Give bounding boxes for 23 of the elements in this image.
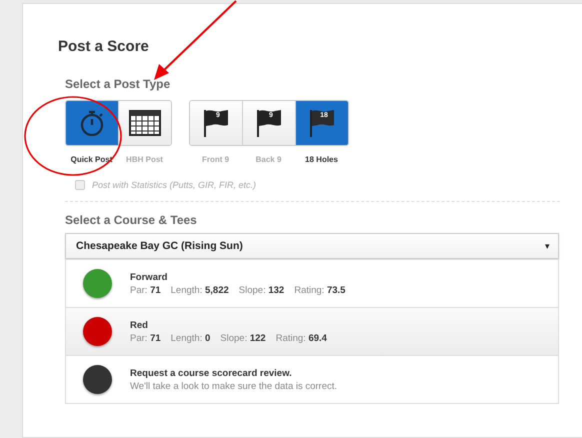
- flag-icon: [308, 108, 336, 138]
- post-type-label: Back 9: [254, 155, 282, 164]
- caret-icon: ▾: [545, 241, 550, 251]
- tee-name: Forward: [130, 272, 168, 282]
- checkbox-label: Post with Statistics (Putts, GIR, FIR, etc.): [92, 180, 256, 190]
- section-heading: Select a Post Type: [65, 77, 172, 91]
- post-type-label: Front 9: [200, 155, 230, 164]
- table-icon: [129, 110, 161, 136]
- stopwatch-icon: [79, 109, 105, 137]
- post-type-button[interactable]: [118, 101, 171, 145]
- tee-option[interactable]: Red Par: 71 Length: 0 Slope: 122 Rating: 69.4: [66, 307, 558, 355]
- tee-name: Request a course scorecard review.: [130, 368, 293, 378]
- post-type-label: HBH Post: [125, 155, 164, 164]
- course-dropdown[interactable]: Chesapeake Bay GC (Rising Sun) ▾: [65, 233, 559, 259]
- post-type-label: 18 Holes: [304, 155, 339, 164]
- tee-stats: Par: 71 Length: 5,822 Slope: 132 Rating: 73.5: [130, 284, 346, 296]
- flag-icon: [255, 108, 283, 138]
- tee-stats: Par: 71 Length: 0 Slope: 122 Rating: 69.4: [130, 332, 328, 344]
- page-title: Post a Score: [58, 38, 150, 55]
- tee-name: Red: [130, 320, 149, 330]
- flag-icon: [202, 108, 230, 138]
- request-description: We'll take a look to make sure the data is correct.: [130, 380, 338, 392]
- section-heading: Select a Course & Tees: [65, 213, 198, 227]
